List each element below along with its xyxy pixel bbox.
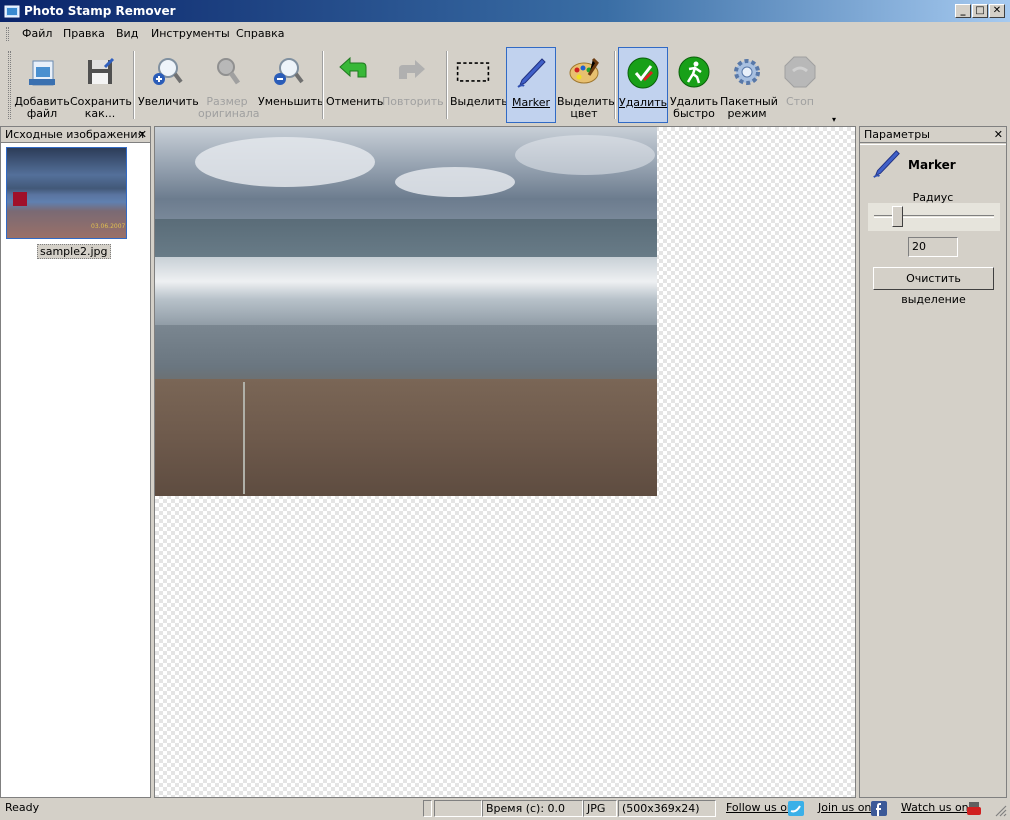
menu-edit[interactable]: Правка [63,27,105,40]
status-dimensions: (500x369x24) [618,800,716,817]
add-file-icon [29,60,55,86]
clear-selection-button[interactable]: Очистить выделение [873,267,994,306]
status-ready: Ready [5,801,40,814]
marker-button[interactable]: Marker [506,47,556,123]
toolbar-separator [322,51,324,119]
rect-select-icon [456,62,490,82]
photo-pole [243,382,245,494]
close-button[interactable]: ✕ [989,4,1005,18]
twitter-link[interactable]: Follow us on [726,801,794,814]
marker-pen-icon [873,150,900,178]
redo-arrow-icon [399,60,425,79]
status-cell-empty [423,800,432,817]
zoom-in-button[interactable]: Увеличить [138,47,199,123]
remove-fast-icon [678,56,710,88]
zoom-out-button[interactable]: Уменьшить [258,47,324,123]
redo-button[interactable]: Повторить [382,47,444,123]
menu-view[interactable]: Вид [116,27,138,40]
title-bar: Photo Stamp Remover _ □ ✕ [0,0,1010,22]
minimize-button[interactable]: _ [955,4,971,18]
radius-value-field[interactable]: 20 [908,237,958,257]
toolbar: Добавить файл Сохранить как... Увеличить Р… [0,45,1010,125]
remove-run-icon [627,57,659,89]
photo-cloud [195,137,375,187]
batch-mode-button[interactable]: Пакетный режим [720,47,778,123]
source-images-panel: Исходные изображения ✕ 03.06.2007 sample… [0,126,151,798]
status-bar: Ready Время (с): 0.0 JPG (500x369x24) Fo… [0,798,1010,820]
parameters-header: Параметры ✕ [860,127,1006,143]
youtube-icon[interactable] [966,801,982,816]
palette-icon [569,57,599,84]
photo-sand [155,379,657,496]
facebook-icon[interactable] [871,801,887,816]
parameters-title: Параметры [864,128,930,141]
toolbar-overflow-chevron-icon[interactable]: ▾ [832,115,836,124]
toolbar-grip [8,51,11,119]
marker-pen-icon [517,58,546,88]
status-format: JPG [583,800,617,817]
photo-surf [155,257,657,327]
menu-file[interactable]: Файл [22,27,52,40]
status-time: Время (с): 0.0 [482,800,583,817]
parameters-panel: Параметры ✕ Marker Радиус 20 Очистить вы… [859,126,1007,798]
maximize-button[interactable]: □ [972,4,988,18]
panel-close-icon[interactable]: ✕ [138,127,147,142]
original-size-icon [217,58,241,85]
toolbar-separator [446,51,448,119]
thumbnail-filename[interactable]: sample2.jpg [37,244,111,259]
menu-tools[interactable]: Инструменты [151,27,230,40]
youtube-link[interactable]: Watch us on [901,801,969,814]
toolbar-separator [614,51,616,119]
window-title: Photo Stamp Remover [24,4,176,18]
save-as-button[interactable]: Сохранить как... [70,47,132,123]
image-thumbnail[interactable]: 03.06.2007 [6,147,127,239]
zoom-out-icon [274,58,304,85]
thumbnail-date-stamp: 03.06.2007 [91,223,126,230]
source-images-header: Исходные изображения ✕ [1,127,150,143]
remove-fast-button[interactable]: Удалить быстро [668,47,720,123]
menu-grip [6,27,9,41]
current-tool-name: Marker [908,158,956,172]
menu-help[interactable]: Справка [236,27,284,40]
thumbnail-flag [13,192,27,206]
twitter-icon[interactable] [788,801,804,816]
undo-button[interactable]: Отменить [326,47,383,123]
radius-slider[interactable] [868,203,1000,231]
undo-arrow-icon [339,56,367,78]
panel-close-icon[interactable]: ✕ [994,127,1003,142]
zoom-in-icon [153,58,183,85]
source-images-title: Исходные изображения [5,128,145,141]
status-progress [434,800,482,817]
slider-handle[interactable] [892,206,903,227]
beach-photo[interactable] [155,127,657,496]
gear-icon [734,59,760,85]
photo-cloud [515,135,655,175]
photo-cloud [395,167,515,197]
stop-sign-icon [784,56,816,88]
original-size-button[interactable]: Размер оригинала [198,47,260,123]
remove-button[interactable]: Удалить [618,47,668,123]
select-color-button[interactable]: Выделить цвет [557,47,615,123]
add-file-button[interactable]: Добавить файл [14,47,70,123]
save-disk-icon [88,57,115,84]
app-stamp-icon [4,5,20,18]
stop-button[interactable]: Стоп [776,47,824,123]
facebook-link[interactable]: Join us on [818,801,871,814]
menu-bar: Файл Правка Вид Инструменты Справка [0,24,1010,44]
image-canvas[interactable] [154,126,856,798]
resize-grip-icon[interactable] [993,803,1007,817]
select-button[interactable]: Выделить [450,47,508,123]
toolbar-separator [133,51,135,119]
